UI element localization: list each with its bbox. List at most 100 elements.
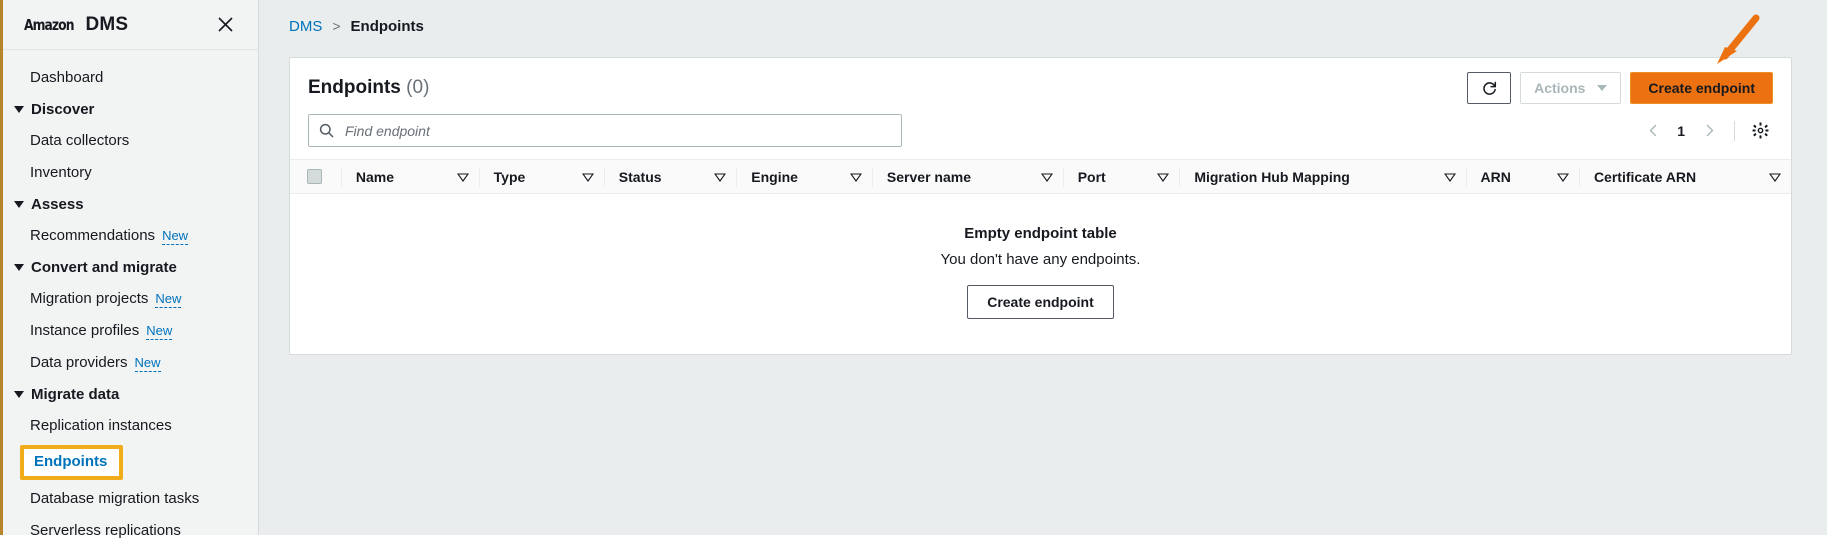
chevron-down-icon xyxy=(14,264,24,271)
sidebar-item-data-collectors[interactable]: Data collectors xyxy=(0,125,258,157)
search-icon xyxy=(319,123,334,138)
refresh-icon xyxy=(1481,80,1498,97)
gear-icon xyxy=(1752,122,1769,139)
pagination: 1 xyxy=(1640,118,1773,144)
dms-console: Amazon DMS Dashboard Discover Data collec… xyxy=(0,0,1827,535)
page-title: Endpoints (0) xyxy=(308,77,429,99)
select-all-checkbox[interactable] xyxy=(307,169,322,184)
empty-state-cell: Empty endpoint table You don't have any … xyxy=(290,194,1791,355)
sort-icon[interactable] xyxy=(1769,173,1781,181)
search-input[interactable] xyxy=(343,122,891,140)
column-label: Engine xyxy=(751,169,798,185)
sidebar-section-assess[interactable]: Assess xyxy=(0,189,258,220)
empty-state-create-endpoint-button[interactable]: Create endpoint xyxy=(967,285,1114,319)
sort-icon[interactable] xyxy=(1157,173,1169,181)
sidebar-item-data-providers[interactable]: Data providersNew xyxy=(0,347,258,379)
breadcrumb-dms[interactable]: DMS xyxy=(289,18,322,35)
column-header-name[interactable]: Name xyxy=(341,160,479,194)
sidebar-item-recommendations[interactable]: Recommendations New xyxy=(0,220,258,252)
sidebar-item-serverless-replications[interactable]: Serverless replications xyxy=(0,515,258,547)
refresh-button[interactable] xyxy=(1467,72,1511,104)
column-header-arn[interactable]: ARN xyxy=(1466,160,1579,194)
sort-icon[interactable] xyxy=(582,173,594,181)
endpoints-table: Name Type Status xyxy=(290,159,1791,354)
sidebar-item-endpoints[interactable]: Endpoints xyxy=(20,445,123,480)
empty-state-row: Empty endpoint table You don't have any … xyxy=(290,194,1791,355)
new-badge: New xyxy=(146,323,172,340)
sidebar-section-label: Convert and migrate xyxy=(31,259,177,276)
sidebar-item-replication-instances[interactable]: Replication instances xyxy=(0,410,258,442)
pagination-next-button[interactable] xyxy=(1696,118,1722,144)
close-icon[interactable] xyxy=(212,12,238,38)
chevron-down-icon xyxy=(14,201,24,208)
panel-actions: Actions Create endpoint xyxy=(1467,72,1773,104)
sort-icon[interactable] xyxy=(457,173,469,181)
column-header-status[interactable]: Status xyxy=(604,160,737,194)
column-header-engine[interactable]: Engine xyxy=(736,160,872,194)
chevron-down-icon xyxy=(1597,85,1607,91)
column-header-port[interactable]: Port xyxy=(1063,160,1180,194)
endpoint-count: (0) xyxy=(406,77,429,98)
actions-dropdown-button[interactable]: Actions xyxy=(1520,72,1621,104)
new-badge: New xyxy=(155,291,181,308)
column-header-migration-hub-mapping[interactable]: Migration Hub Mapping xyxy=(1179,160,1465,194)
table-header-row: Name Type Status xyxy=(290,160,1791,194)
pagination-prev-button[interactable] xyxy=(1640,118,1666,144)
chevron-right-icon xyxy=(1703,124,1716,137)
column-label: Name xyxy=(356,169,394,185)
breadcrumb-separator-icon: > xyxy=(332,18,340,34)
brand-product-label: DMS xyxy=(85,14,128,35)
sidebar-item-label: Migration projects xyxy=(30,290,148,307)
sort-icon[interactable] xyxy=(850,173,862,181)
sidebar-item-label: Recommendations xyxy=(30,227,155,244)
page-title-text: Endpoints xyxy=(308,77,401,98)
empty-state: Empty endpoint table You don't have any … xyxy=(291,195,1790,353)
sidebar-section-discover[interactable]: Discover xyxy=(0,94,258,125)
search-box[interactable] xyxy=(308,114,902,147)
sort-icon[interactable] xyxy=(1444,173,1456,181)
sort-icon[interactable] xyxy=(1041,173,1053,181)
column-label: Type xyxy=(494,169,526,185)
empty-state-subtitle: You don't have any endpoints. xyxy=(291,251,1790,268)
filter-row: 1 xyxy=(290,110,1791,159)
pagination-page-1[interactable]: 1 xyxy=(1670,123,1692,139)
sidebar-section-label: Migrate data xyxy=(31,386,119,403)
divider xyxy=(1734,121,1735,141)
sidebar-item-migration-projects[interactable]: Migration projects New xyxy=(0,283,258,315)
column-header-server-name[interactable]: Server name xyxy=(872,160,1063,194)
column-header-type[interactable]: Type xyxy=(479,160,604,194)
brand-title: Amazon DMS xyxy=(24,14,128,36)
sidebar-item-instance-profiles[interactable]: Instance profilesNew xyxy=(0,315,258,347)
table-body: Empty endpoint table You don't have any … xyxy=(290,194,1791,355)
new-badge: New xyxy=(135,355,161,372)
sidebar-header: Amazon DMS xyxy=(0,0,258,50)
table-settings-button[interactable] xyxy=(1747,118,1773,144)
create-endpoint-button[interactable]: Create endpoint xyxy=(1630,72,1773,104)
sidebar-section-migrate-data[interactable]: Migrate data xyxy=(0,379,258,410)
column-header-certificate-arn[interactable]: Certificate ARN xyxy=(1579,160,1791,194)
chevron-left-icon xyxy=(1647,124,1660,137)
column-label: Migration Hub Mapping xyxy=(1194,169,1350,185)
breadcrumb: DMS > Endpoints xyxy=(259,0,1827,38)
sidebar-section-convert-and-migrate[interactable]: Convert and migrate xyxy=(0,252,258,283)
sidebar-nav: Dashboard Discover Data collectors Inven… xyxy=(0,50,258,547)
brand-amazon-label: Amazon xyxy=(24,16,74,34)
chevron-down-icon xyxy=(14,106,24,113)
column-label: ARN xyxy=(1481,169,1511,185)
select-all-header xyxy=(290,160,341,194)
sidebar-item-database-migration-tasks[interactable]: Database migration tasks xyxy=(0,483,258,515)
sort-icon[interactable] xyxy=(714,173,726,181)
sort-icon[interactable] xyxy=(1557,173,1569,181)
table-header: Name Type Status xyxy=(290,160,1791,194)
empty-state-title: Empty endpoint table xyxy=(291,225,1790,242)
new-badge: New xyxy=(162,228,188,245)
column-label: Status xyxy=(619,169,662,185)
sidebar-item-inventory[interactable]: Inventory xyxy=(0,157,258,189)
sidebar-item-endpoints-highlight: Endpoints xyxy=(20,445,123,480)
sidebar: Amazon DMS Dashboard Discover Data collec… xyxy=(0,0,259,535)
panel-header: Endpoints (0) Actions Create endpoint xyxy=(290,58,1791,110)
chevron-down-icon xyxy=(14,391,24,398)
endpoints-panel: Endpoints (0) Actions Create endpoint xyxy=(289,57,1792,355)
sidebar-item-dashboard[interactable]: Dashboard xyxy=(0,62,258,94)
main-content: DMS > Endpoints Endpoints (0) xyxy=(259,0,1827,535)
